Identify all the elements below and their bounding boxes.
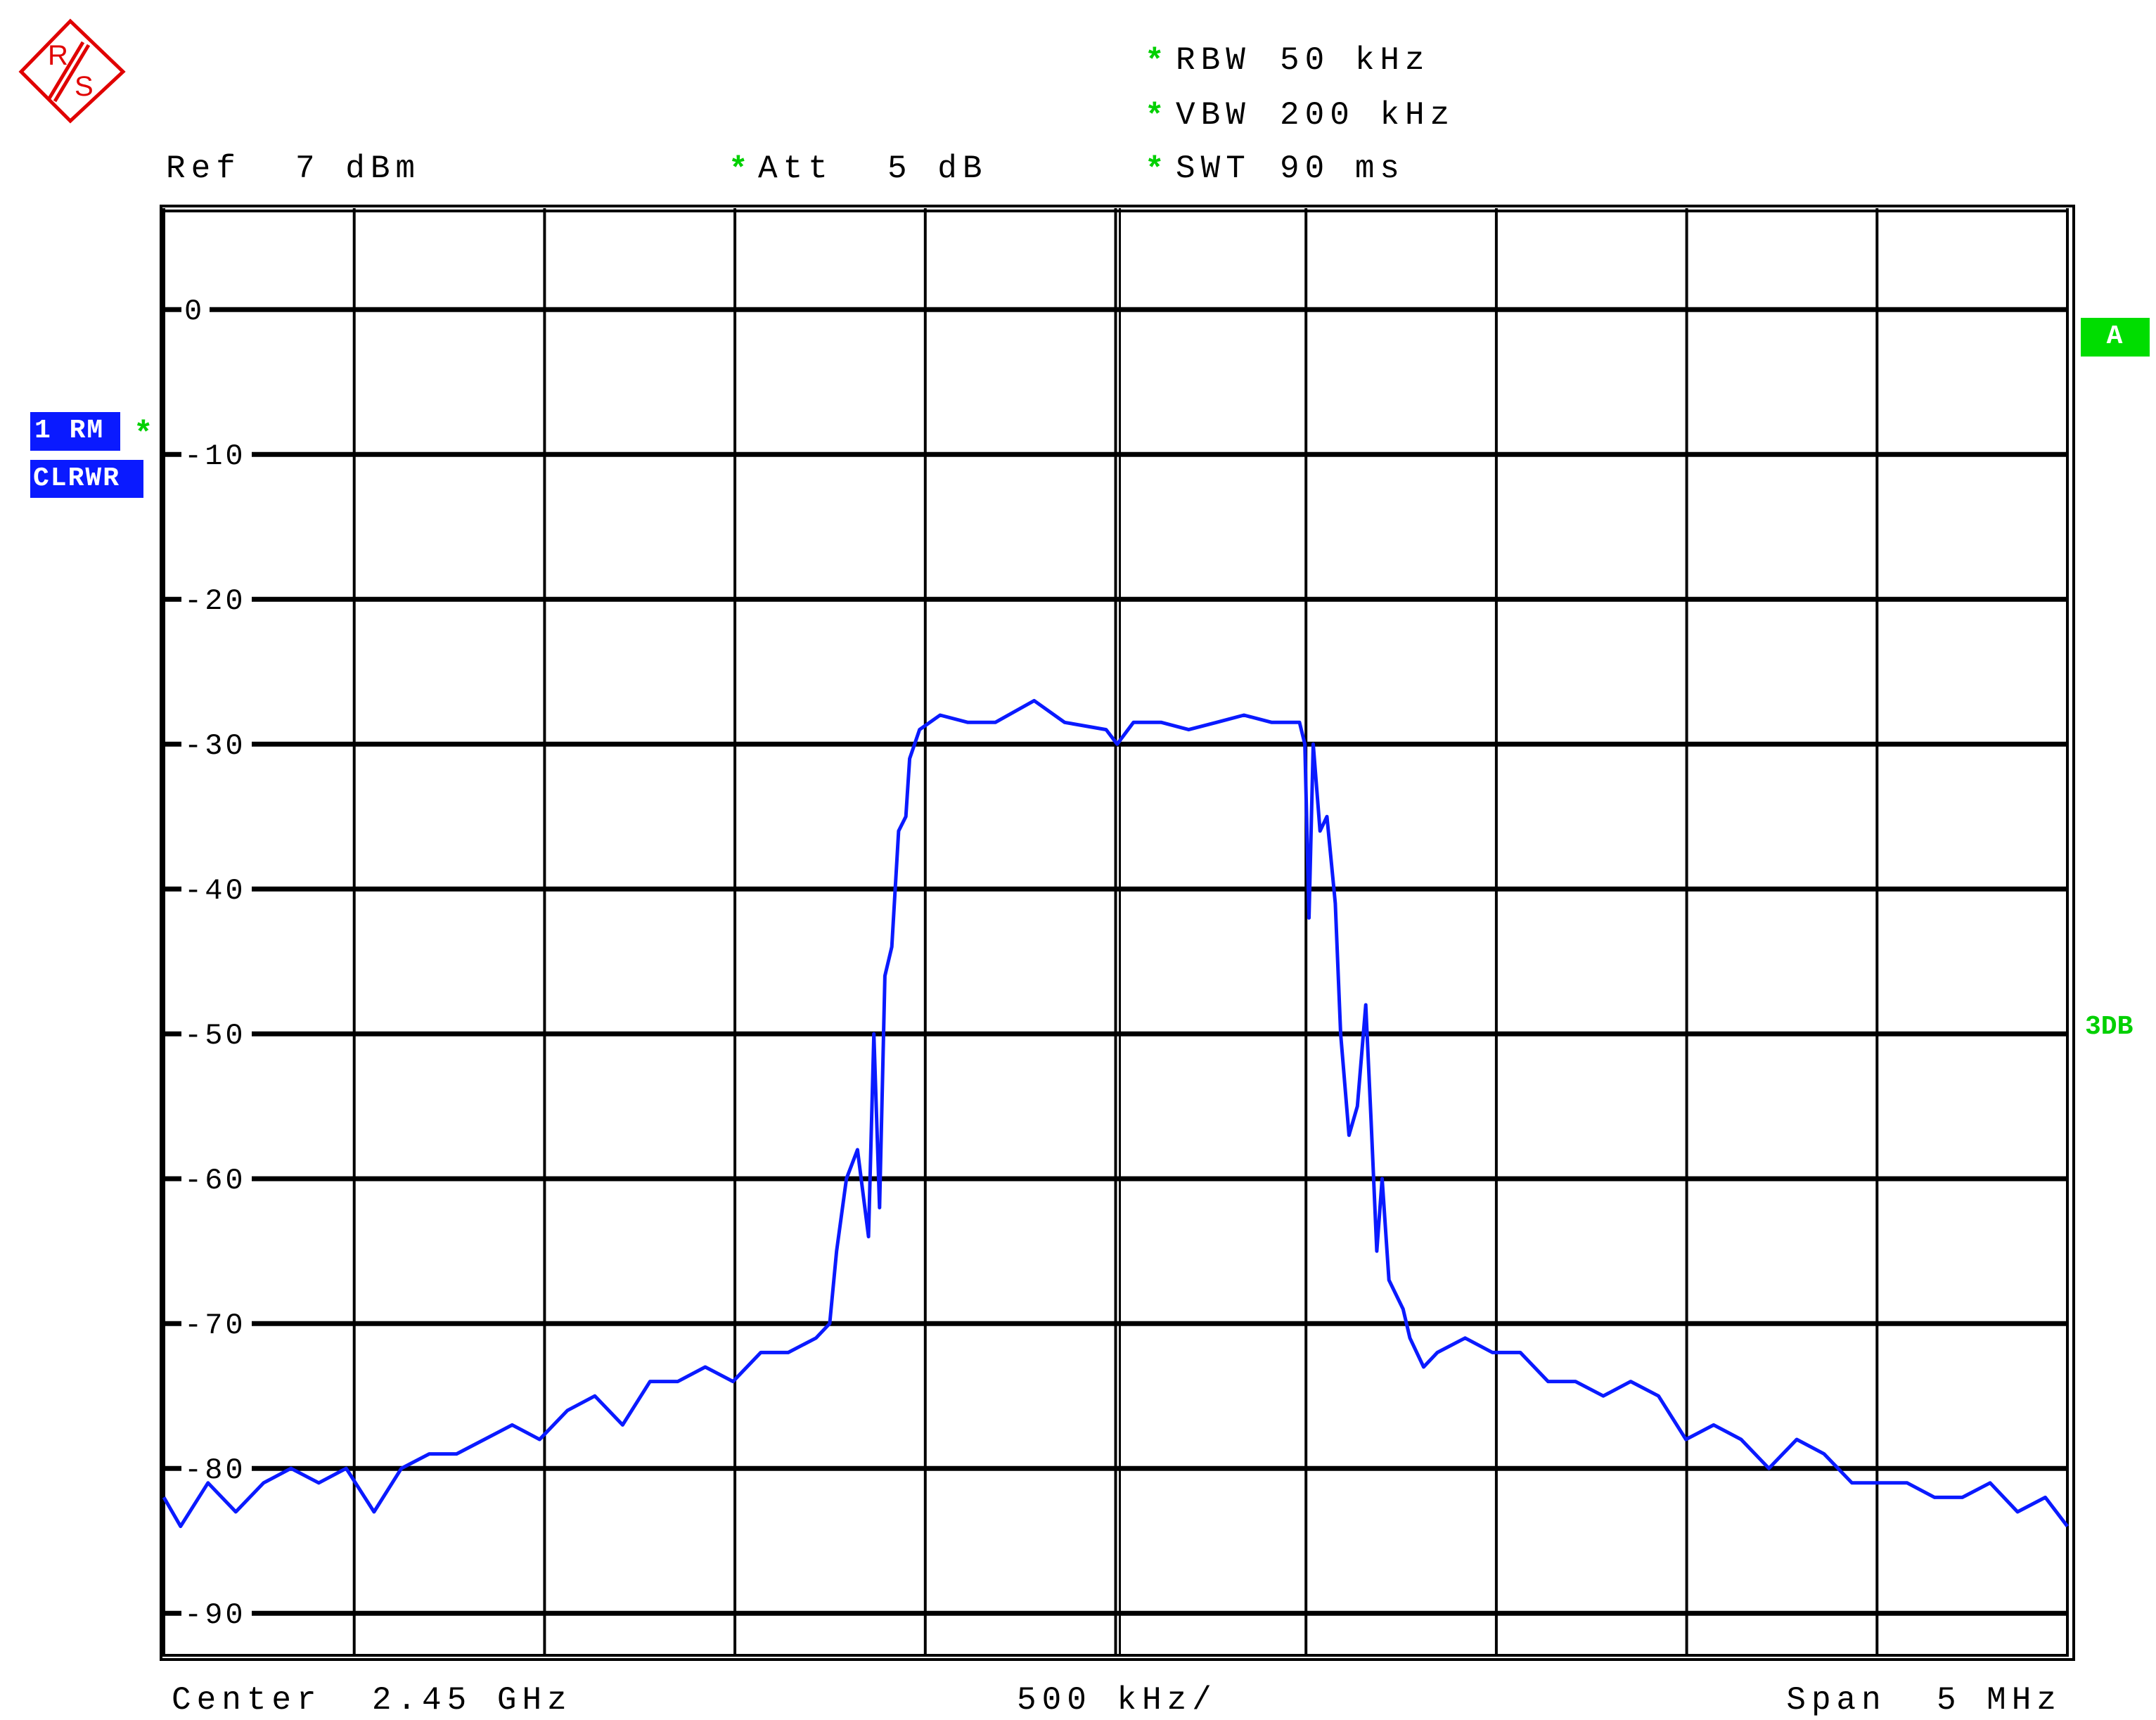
rbw-label: RBW [1176, 42, 1251, 79]
plot-frame [160, 205, 2075, 1661]
division-scale: 500 kHz/ [1017, 1682, 1217, 1719]
vbw-star: * [1145, 98, 1164, 135]
vbw-value: 200 kHz [1280, 97, 1455, 134]
trace-badge: 1 RM [30, 412, 120, 451]
swt-star: * [1145, 152, 1164, 188]
span: Span 5 MHz [1786, 1682, 2062, 1719]
rbw-value: 50 kHz [1280, 42, 1430, 79]
y-tick-label: -30 [184, 729, 246, 763]
y-tick-label: -50 [184, 1019, 246, 1053]
ref-value: 7 dBm [295, 150, 421, 187]
svg-text:S: S [75, 71, 94, 102]
y-tick-label: -90 [184, 1598, 246, 1632]
att-value: 5 dB [887, 150, 987, 187]
vbw-label: VBW [1176, 97, 1251, 134]
center-frequency: Center 2.45 GHz [172, 1682, 572, 1719]
trace-mode-badge: CLRWR [30, 460, 143, 498]
rbw-star: * [1145, 44, 1164, 80]
svg-text:R: R [48, 40, 68, 71]
3db-label: 3DB [2085, 1012, 2133, 1042]
spectrum-chart: R S * RBW 50 kHz * VBW 200 kHz * SWT 90 … [18, 18, 2133, 1719]
swt-value: 90 ms [1280, 150, 1405, 187]
y-tick-label: -80 [184, 1453, 246, 1487]
screen-a-badge: A [2081, 318, 2150, 357]
y-tick-label: -60 [184, 1164, 246, 1198]
y-tick-label: -10 [184, 439, 246, 473]
swt-label: SWT [1176, 150, 1251, 187]
rohde-schwarz-logo: R S [18, 18, 126, 124]
trace-star: * [134, 416, 153, 453]
att-label: Att [758, 150, 833, 187]
grid [162, 208, 2069, 1657]
y-tick-label: 0 [184, 295, 205, 328]
y-tick-label: -40 [184, 874, 246, 908]
y-tick-label: -20 [184, 584, 246, 618]
y-tick-labels: 0 -10 -20 -30 -40 -50 -60 -70 -80 -90 [181, 294, 252, 1632]
ref-label: Ref [166, 150, 241, 187]
att-star: * [729, 152, 748, 188]
y-tick-label: -70 [184, 1309, 246, 1342]
